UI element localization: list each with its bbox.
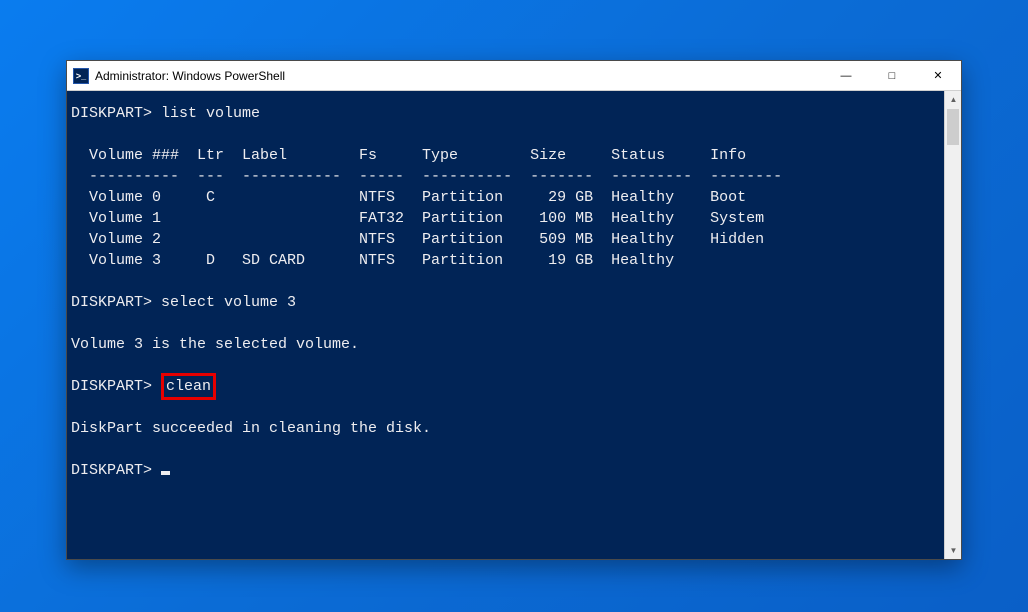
- prompt: DISKPART>: [71, 378, 152, 395]
- client-area: DISKPART> list volume Volume ### Ltr Lab…: [67, 91, 961, 559]
- close-button[interactable]: ✕: [915, 61, 961, 91]
- volume-row: Volume 0 C NTFS Partition 29 GB Healthy …: [71, 189, 746, 206]
- powershell-icon: >_: [73, 68, 89, 84]
- volume-table-header: Volume ### Ltr Label Fs Type Size Status…: [71, 147, 746, 164]
- cursor: [161, 471, 170, 475]
- message-clean-succeeded: DiskPart succeeded in cleaning the disk.: [71, 420, 431, 437]
- highlight-annotation: clean: [161, 373, 216, 400]
- minimize-button[interactable]: —: [823, 61, 869, 91]
- command-select-volume: select volume 3: [161, 294, 296, 311]
- terminal-output[interactable]: DISKPART> list volume Volume ### Ltr Lab…: [67, 91, 944, 559]
- volume-row: Volume 3 D SD CARD NTFS Partition 19 GB …: [71, 252, 674, 269]
- prompt: DISKPART>: [71, 294, 152, 311]
- command-list-volume: list volume: [161, 105, 260, 122]
- titlebar[interactable]: >_ Administrator: Windows PowerShell — □…: [67, 61, 961, 91]
- prompt: DISKPART>: [71, 462, 152, 479]
- scrollbar-thumb[interactable]: [947, 109, 959, 145]
- scroll-up-arrow-icon[interactable]: ▲: [945, 91, 961, 108]
- command-clean: clean: [166, 378, 211, 395]
- maximize-button[interactable]: □: [869, 61, 915, 91]
- powershell-window: >_ Administrator: Windows PowerShell — □…: [66, 60, 962, 560]
- scroll-down-arrow-icon[interactable]: ▼: [945, 542, 961, 559]
- window-title: Administrator: Windows PowerShell: [95, 69, 285, 83]
- volume-table-divider: ---------- --- ----------- ----- -------…: [71, 168, 782, 185]
- volume-row: Volume 2 NTFS Partition 509 MB Healthy H…: [71, 231, 764, 248]
- message-selected: Volume 3 is the selected volume.: [71, 336, 359, 353]
- vertical-scrollbar[interactable]: ▲ ▼: [944, 91, 961, 559]
- prompt: DISKPART>: [71, 105, 152, 122]
- volume-row: Volume 1 FAT32 Partition 100 MB Healthy …: [71, 210, 764, 227]
